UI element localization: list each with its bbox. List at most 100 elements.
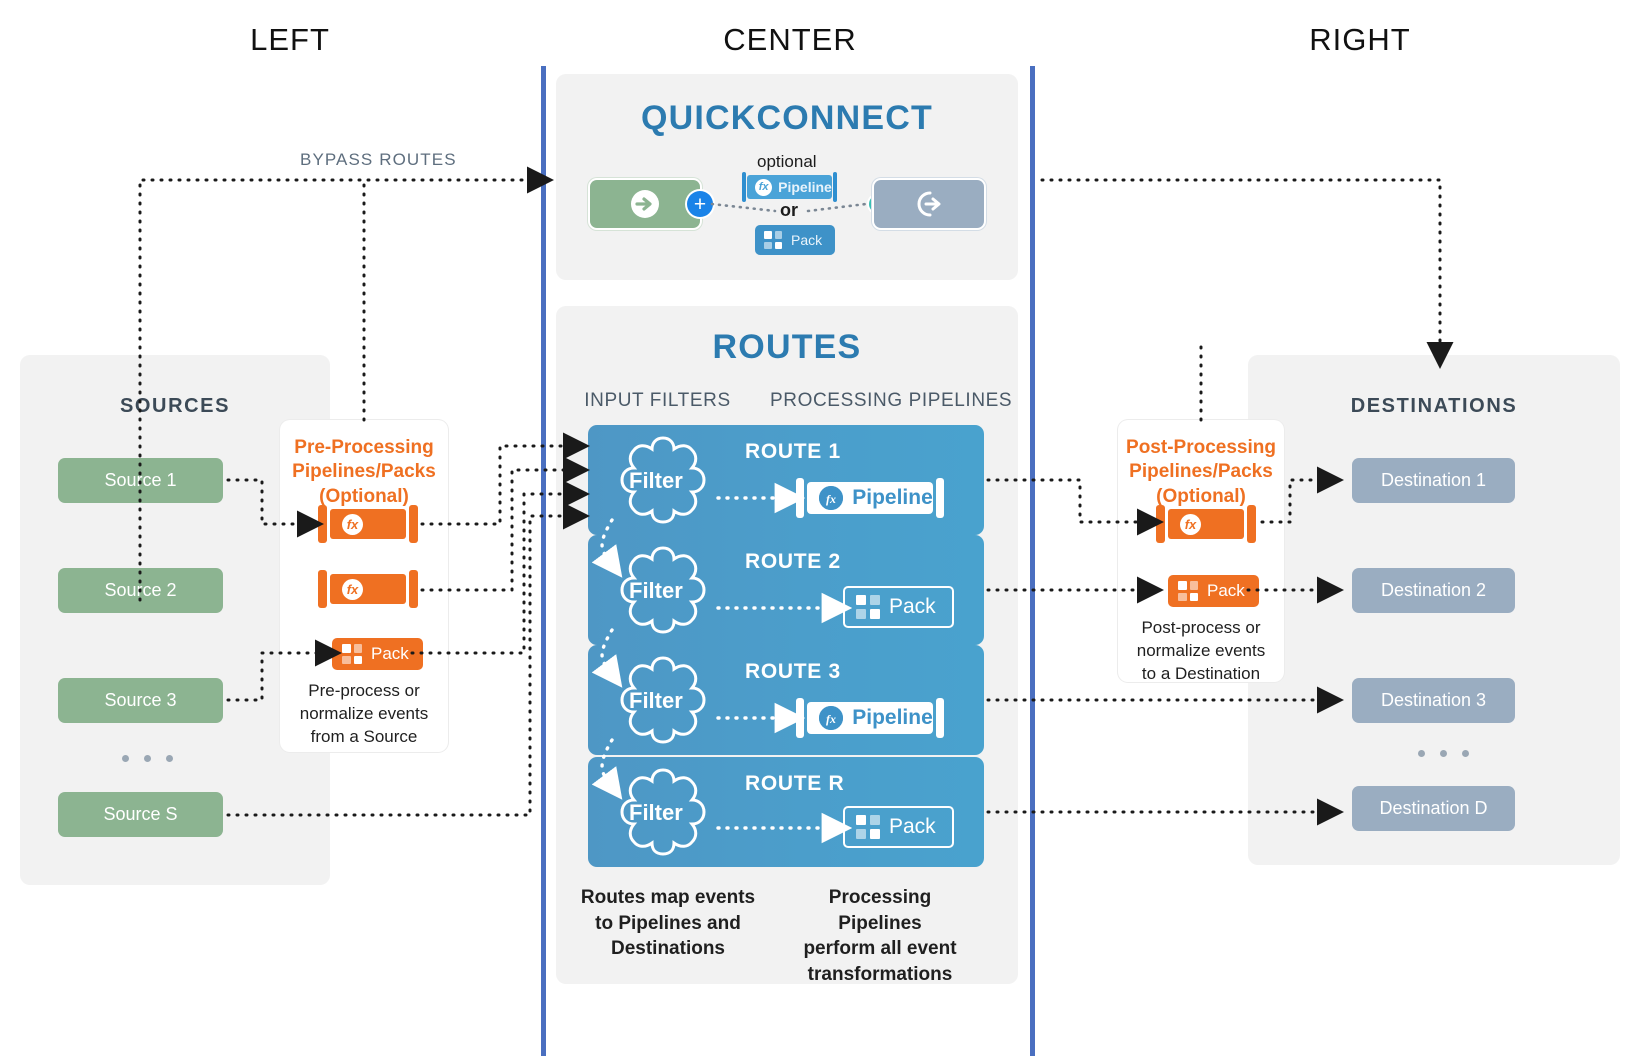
pipeline-ring-left-icon [318, 570, 327, 608]
source-chip-2[interactable]: Source 2 [58, 568, 223, 613]
route-filter-label-3: Filter [629, 688, 683, 713]
destination-chip-label: Destination 3 [1380, 690, 1487, 710]
source-chip-3[interactable]: Source 3 [58, 678, 223, 723]
input-filters-header: INPUT FILTERS [584, 390, 731, 411]
pipeline-ring-right-icon [936, 698, 944, 738]
routes-title: ROUTES [712, 328, 862, 366]
pack-grid-icon [856, 595, 880, 619]
route-pack-2[interactable]: Pack [843, 586, 954, 628]
route-name-1: ROUTE 1 [745, 440, 841, 463]
pack-label: Pack [371, 644, 409, 663]
pack-grid-icon [1178, 581, 1198, 601]
source-chip-label: Source 2 [104, 580, 177, 600]
destination-chip-4[interactable]: Destination D [1352, 786, 1515, 831]
processing-pipelines-header: PROCESSING PIPELINES [770, 390, 1013, 411]
route-pipeline-label-1: Pipeline [852, 486, 933, 509]
preprocessing-caption-line3: from a Source [310, 726, 418, 746]
routes-caption-right-line3: transformations [807, 963, 953, 985]
destination-chip-label: Destination 2 [1380, 580, 1487, 600]
pack-grid-icon [342, 644, 362, 664]
pipeline-ring-left-icon [796, 478, 804, 518]
preprocessing-caption-line1: Pre-process or [308, 681, 420, 700]
pipeline-ring-right-icon [1247, 505, 1256, 543]
sources-title: SOURCES [119, 395, 231, 417]
quickconnect-destination-box[interactable] [874, 180, 984, 228]
pack-label: Pack [1207, 581, 1245, 600]
pipeline-ring-right-icon [409, 570, 418, 608]
pipeline-label: Pipeline [778, 179, 832, 195]
column-heading-left: LEFT [250, 22, 330, 57]
postprocessing-pack[interactable]: Pack [1168, 575, 1259, 607]
pipeline-fx-icon: fx [755, 178, 773, 196]
svg-text:fx: fx [826, 712, 836, 726]
routes-caption-right: Processing Pipelines perform all event t… [785, 885, 975, 988]
quickconnect-optional-label: optional [757, 152, 817, 171]
pack-grid-icon [764, 231, 782, 249]
destinations-ellipsis [1418, 750, 1469, 757]
quickconnect-title: QUICKCONNECT [640, 99, 934, 137]
svg-text:fx: fx [826, 492, 836, 506]
divider-left-center [541, 66, 546, 1056]
route-pack-label-4: Pack [889, 815, 936, 838]
destination-chip-1[interactable]: Destination 1 [1352, 458, 1515, 503]
postprocessing-pipeline[interactable]: fx [1156, 505, 1256, 543]
sources-ellipsis [122, 755, 173, 762]
route-pipeline-label-3: Pipeline [852, 706, 933, 729]
source-chip-label: Source S [103, 804, 178, 824]
preprocessing-title-line1: Pre-Processing [294, 437, 434, 458]
postprocessing-title-line2: Pipelines/Packs [1129, 461, 1273, 483]
postprocessing-caption-line2: normalize events [1136, 640, 1266, 660]
source-chip-1[interactable]: Source 1 [58, 458, 223, 503]
quickconnect-pipeline[interactable]: fx Pipeline [742, 172, 837, 202]
postprocessing-title: Post-Processing Pipelines/Packs (Optiona… [1118, 436, 1284, 509]
routes-caption-right-line2: perform all event [803, 938, 957, 960]
source-arrow-in-icon [631, 190, 659, 218]
route-pipeline-1[interactable]: fx Pipeline [796, 478, 944, 518]
pipeline-ring-left-icon [796, 698, 804, 738]
pipeline-fx-icon: fx [819, 706, 844, 730]
source-chip-4[interactable]: Source S [58, 792, 223, 837]
route-name-2: ROUTE 2 [745, 550, 841, 573]
source-chip-label: Source 3 [104, 690, 177, 710]
preprocessing-pipeline-1[interactable]: fx [318, 505, 418, 543]
preprocessing-pipeline-2[interactable]: fx [318, 570, 418, 608]
destination-chip-label: Destination D [1379, 798, 1488, 818]
postprocessing-caption-line3: to a Destination [1141, 663, 1261, 683]
destination-chip-2[interactable]: Destination 2 [1352, 568, 1515, 613]
route-filter-label-4: Filter [629, 800, 683, 825]
routes-caption-right-line1: Processing Pipelines [828, 887, 932, 934]
postprocessing-title-line1: Post-Processing [1126, 437, 1276, 458]
route-pack-4[interactable]: Pack [843, 806, 954, 848]
quickconnect-or-label: or [780, 200, 798, 220]
routes-caption-left-line1: Routes map events [580, 887, 756, 908]
pipeline-ring-right-icon [833, 172, 837, 202]
preprocessing-title-line2: Pipelines/Packs [292, 461, 436, 483]
pipeline-fx-icon: fx [342, 578, 363, 600]
quickconnect-source-box[interactable] [590, 180, 700, 228]
quickconnect-pack[interactable]: Pack [755, 225, 836, 255]
pipeline-fx-icon: fx [342, 513, 363, 535]
preprocessing-caption: Pre-process or normalize events from a S… [282, 680, 446, 749]
pipeline-ring-right-icon [936, 478, 944, 518]
destination-chip-3[interactable]: Destination 3 [1352, 678, 1515, 723]
divider-center-right [1030, 66, 1035, 1056]
pipeline-fx-icon: fx [819, 486, 844, 510]
quickconnect-add-button[interactable]: + [687, 191, 713, 217]
diagram-canvas: LEFT CENTER RIGHT BYPASS ROUTES SOURCES … [0, 0, 1644, 1056]
route-filter-label-1: Filter [629, 468, 683, 493]
pack-grid-icon [856, 815, 880, 839]
preprocessing-caption-line2: normalize events [299, 703, 429, 723]
source-chip-label: Source 1 [104, 470, 177, 490]
pack-label: Pack [791, 232, 823, 248]
plus-icon: + [693, 192, 707, 216]
column-heading-center: CENTER [723, 22, 857, 57]
route-name-4: ROUTE R [745, 772, 845, 795]
route-pipeline-3[interactable]: fx Pipeline [796, 698, 944, 738]
pipeline-ring-left-icon [318, 505, 327, 543]
destinations-title: DESTINATIONS [1350, 395, 1518, 417]
preprocessing-pack[interactable]: Pack [332, 638, 423, 670]
pipeline-ring-right-icon [409, 505, 418, 543]
route-name-3: ROUTE 3 [745, 660, 841, 683]
destination-arrow-out-icon [917, 191, 941, 217]
bypass-routes-label: BYPASS ROUTES [300, 150, 457, 169]
